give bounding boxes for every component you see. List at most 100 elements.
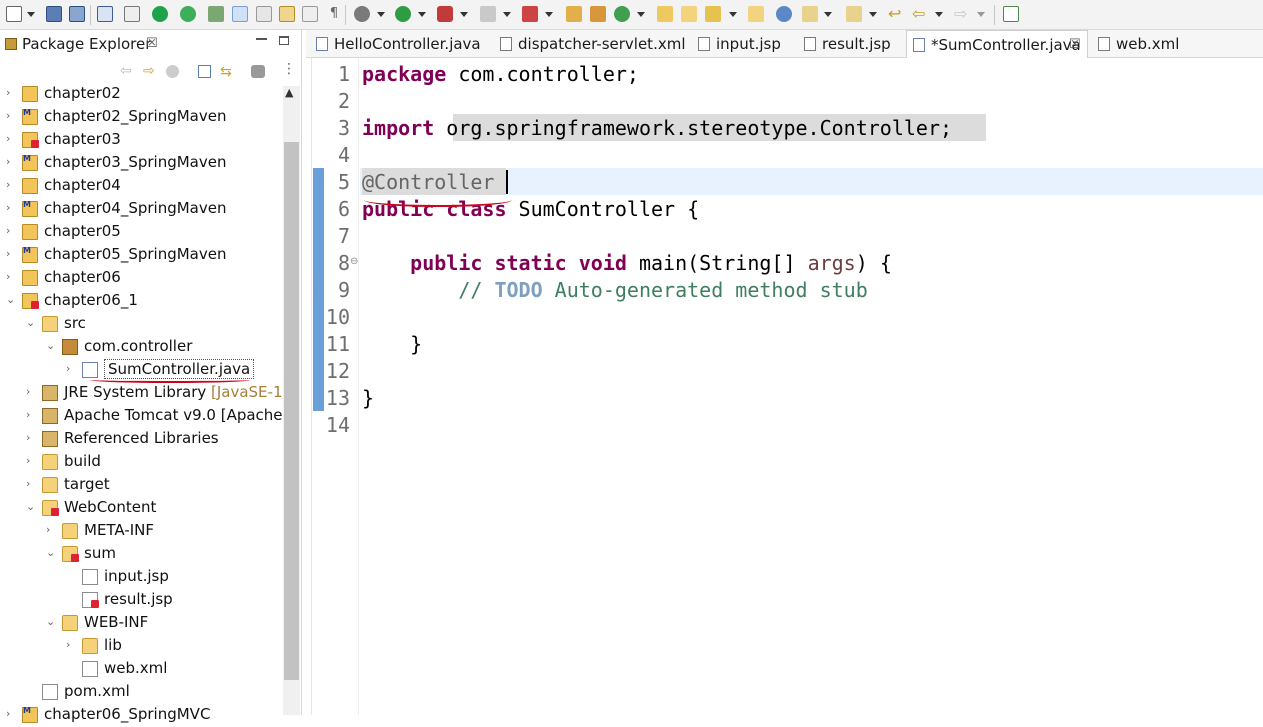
tree-scrollbar-thumb[interactable] bbox=[284, 142, 299, 680]
task-dropdown-icon[interactable] bbox=[729, 12, 737, 17]
save-all-icon[interactable] bbox=[69, 6, 85, 22]
coverage-dropdown-icon[interactable] bbox=[545, 12, 553, 17]
new-class-icon[interactable] bbox=[614, 6, 630, 22]
expand-arrow-icon[interactable]: › bbox=[6, 202, 18, 214]
filters-icon[interactable] bbox=[251, 65, 265, 78]
forward-dropdown-icon[interactable] bbox=[977, 12, 985, 17]
tree-item-chapter03-springmaven[interactable]: › Mchapter03_SpringMaven bbox=[0, 152, 282, 175]
debug-icon[interactable] bbox=[354, 6, 370, 22]
tree-item-chapter02[interactable]: › chapter02 bbox=[0, 83, 282, 106]
tree-item-web-inf[interactable]: ⌄ WEB-INF bbox=[0, 612, 282, 635]
tab-sumcontroller-java[interactable]: *SumController.java ☒ bbox=[906, 30, 1088, 58]
new-class-dropdown-icon[interactable] bbox=[637, 12, 645, 17]
skip-breakpoints-icon[interactable] bbox=[124, 6, 140, 22]
back-dropdown-icon[interactable] bbox=[935, 12, 943, 17]
tree-item-sum[interactable]: ⌄ sum bbox=[0, 543, 282, 566]
tree-item-chapter04-springmaven[interactable]: › Mchapter04_SpringMaven bbox=[0, 198, 282, 221]
block-select-icon[interactable] bbox=[279, 6, 295, 22]
forward-icon[interactable]: ⇨ bbox=[143, 63, 155, 79]
run-icon[interactable] bbox=[395, 6, 411, 22]
package-explorer-tab[interactable]: Package Explorer ☒ bbox=[0, 30, 300, 58]
tree-item-lib[interactable]: › lib bbox=[0, 635, 282, 658]
mark-occurrences-icon[interactable] bbox=[232, 6, 248, 22]
tree-item-target[interactable]: › target bbox=[0, 474, 282, 497]
stop-icon[interactable] bbox=[480, 6, 496, 22]
tree-item-webcontent[interactable]: ⌄ WebContent bbox=[0, 497, 282, 520]
scroll-up-icon[interactable]: ▲ bbox=[285, 86, 293, 99]
next-annotation-dropdown-icon[interactable] bbox=[824, 12, 832, 17]
spring-icon[interactable] bbox=[208, 6, 224, 22]
search-icon[interactable] bbox=[748, 6, 764, 22]
tree-item-chapter06-1[interactable]: ⌄ chapter06_1 bbox=[0, 290, 282, 313]
open-type-icon[interactable] bbox=[657, 6, 673, 22]
expand-arrow-icon[interactable]: › bbox=[6, 225, 18, 237]
tree-item-chapter06-springmvc[interactable]: › Mchapter06_SpringMVC bbox=[0, 704, 282, 727]
collapse-arrow-icon[interactable]: ⌄ bbox=[46, 340, 58, 352]
collapse-all-icon[interactable] bbox=[198, 65, 211, 78]
expand-arrow-icon[interactable]: › bbox=[26, 478, 38, 490]
expand-arrow-icon[interactable]: › bbox=[6, 708, 18, 720]
tree-item-com-controller[interactable]: ⌄ com.controller bbox=[0, 336, 282, 359]
coverage-icon[interactable] bbox=[522, 6, 538, 22]
fold-collapse-icon[interactable]: ⊖ bbox=[350, 256, 358, 267]
tab-web-xml[interactable]: web.xml bbox=[1092, 30, 1192, 58]
back-icon[interactable]: ⇦ bbox=[120, 63, 132, 79]
tree-item-chapter06[interactable]: › chapter06 bbox=[0, 267, 282, 290]
last-edit-icon[interactable]: ↩ bbox=[888, 6, 904, 22]
maximize-icon[interactable] bbox=[279, 36, 289, 45]
expand-arrow-icon[interactable]: › bbox=[26, 386, 38, 398]
debug-server-icon[interactable] bbox=[152, 6, 168, 22]
previous-annotation-icon[interactable] bbox=[846, 6, 862, 22]
refresh-icon[interactable] bbox=[180, 6, 196, 22]
tree-item-src[interactable]: ⌄ src bbox=[0, 313, 282, 336]
tree-item-chapter05[interactable]: › chapter05 bbox=[0, 221, 282, 244]
terminal-icon[interactable] bbox=[97, 6, 113, 22]
tree-item-referenced-libraries[interactable]: › Referenced Libraries bbox=[0, 428, 282, 451]
tree-item-chapter04[interactable]: › chapter04 bbox=[0, 175, 282, 198]
next-annotation-icon[interactable] bbox=[802, 6, 818, 22]
collapse-arrow-icon[interactable]: ⌄ bbox=[26, 317, 38, 329]
tree-item-result-jsp[interactable]: result.jsp bbox=[0, 589, 282, 612]
link-with-editor-icon[interactable]: ⇆ bbox=[220, 64, 232, 80]
previous-annotation-dropdown-icon[interactable] bbox=[869, 12, 877, 17]
save-icon[interactable] bbox=[46, 6, 62, 22]
run-external-tool-icon[interactable] bbox=[437, 6, 453, 22]
tab-hellocontroller-java[interactable]: HelloController.java bbox=[310, 30, 492, 58]
expand-arrow-icon[interactable]: › bbox=[6, 133, 18, 145]
expand-arrow-icon[interactable]: › bbox=[26, 455, 38, 467]
tree-item-chapter03[interactable]: › chapter03 bbox=[0, 129, 282, 152]
tree-item-chapter05-springmaven[interactable]: › Mchapter05_SpringMaven bbox=[0, 244, 282, 267]
expand-arrow-icon[interactable]: › bbox=[26, 432, 38, 444]
tree-item-input-jsp[interactable]: input.jsp bbox=[0, 566, 282, 589]
expand-arrow-icon[interactable]: › bbox=[6, 156, 18, 168]
expand-arrow-icon[interactable]: › bbox=[26, 409, 38, 421]
expand-arrow-icon[interactable]: › bbox=[6, 179, 18, 191]
tree-item-meta-inf[interactable]: › META-INF bbox=[0, 520, 282, 543]
open-perspective-icon[interactable] bbox=[1003, 6, 1019, 22]
expand-arrow-icon[interactable]: › bbox=[66, 639, 78, 651]
run-dropdown-icon[interactable] bbox=[418, 12, 426, 17]
back-icon[interactable]: ⇦ bbox=[912, 6, 928, 22]
pilcrow-icon[interactable]: ¶ bbox=[326, 6, 342, 22]
tree-item-build[interactable]: › build bbox=[0, 451, 282, 474]
forward-icon[interactable]: ⇨ bbox=[954, 6, 970, 22]
tree-item-chapter02-springmaven[interactable]: › Mchapter02_SpringMaven bbox=[0, 106, 282, 129]
stop-dropdown-icon[interactable] bbox=[503, 12, 511, 17]
tab-dispatcher-servlet-xml[interactable]: dispatcher-servlet.xml bbox=[494, 30, 690, 58]
expand-arrow-icon[interactable]: › bbox=[46, 524, 58, 536]
new-dropdown-icon[interactable] bbox=[27, 12, 35, 17]
expand-arrow-icon[interactable]: › bbox=[6, 87, 18, 99]
expand-arrow-icon[interactable]: › bbox=[6, 271, 18, 283]
tree-item-jre-system-library[interactable]: › JRE System Library[JavaSE-1.8] bbox=[0, 382, 282, 405]
globe-icon[interactable] bbox=[776, 6, 792, 22]
tree-item-pom-xml[interactable]: pom.xml bbox=[0, 681, 282, 704]
up-icon[interactable] bbox=[166, 65, 179, 78]
debug-dropdown-icon[interactable] bbox=[377, 12, 385, 17]
view-menu-icon[interactable]: ⋮ bbox=[282, 61, 296, 77]
expand-arrow-icon[interactable]: › bbox=[66, 363, 78, 375]
new-icon[interactable] bbox=[6, 6, 22, 22]
external-tool-dropdown-icon[interactable] bbox=[460, 12, 468, 17]
open-task-icon[interactable] bbox=[705, 6, 721, 22]
minimize-icon[interactable] bbox=[256, 38, 267, 40]
new-java-project-icon[interactable] bbox=[566, 6, 582, 22]
